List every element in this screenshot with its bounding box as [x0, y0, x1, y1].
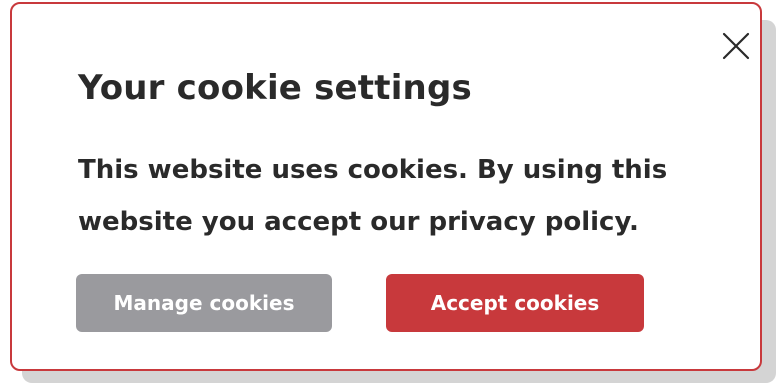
page: Your cookie settings This website uses c… — [0, 0, 778, 387]
close-button[interactable] — [718, 28, 754, 64]
close-icon — [722, 32, 750, 60]
accept-cookies-button[interactable]: Accept cookies — [386, 274, 644, 332]
cookie-dialog: Your cookie settings This website uses c… — [10, 2, 762, 371]
manage-cookies-button[interactable]: Manage cookies — [76, 274, 332, 332]
dialog-title: Your cookie settings — [78, 68, 472, 108]
dialog-message: This website uses cookies. By using this… — [78, 155, 668, 237]
